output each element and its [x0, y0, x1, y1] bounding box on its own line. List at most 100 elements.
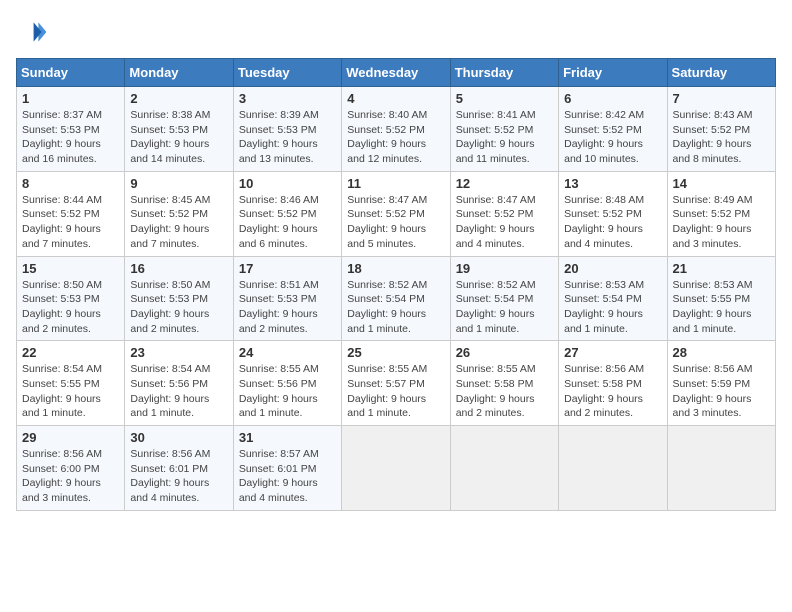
daylight-label: Daylight: 9 hours and 6 minutes. — [239, 223, 318, 250]
day-info: Sunrise: 8:44 AM Sunset: 5:52 PM Dayligh… — [22, 193, 119, 252]
day-number: 29 — [22, 430, 119, 445]
daylight-label: Daylight: 9 hours and 3 minutes. — [22, 477, 101, 504]
daylight-label: Daylight: 9 hours and 3 minutes. — [673, 393, 752, 420]
day-number: 1 — [22, 91, 119, 106]
sunset-label: Sunset: 5:52 PM — [456, 124, 534, 136]
calendar-cell: 2 Sunrise: 8:38 AM Sunset: 5:53 PM Dayli… — [125, 87, 233, 172]
calendar-cell: 28 Sunrise: 8:56 AM Sunset: 5:59 PM Dayl… — [667, 341, 775, 426]
weekday-header-friday: Friday — [559, 59, 667, 87]
sunset-label: Sunset: 5:56 PM — [130, 378, 208, 390]
daylight-label: Daylight: 9 hours and 3 minutes. — [673, 223, 752, 250]
sunrise-label: Sunrise: 8:42 AM — [564, 109, 644, 121]
calendar-cell: 25 Sunrise: 8:55 AM Sunset: 5:57 PM Dayl… — [342, 341, 450, 426]
daylight-label: Daylight: 9 hours and 4 minutes. — [564, 223, 643, 250]
day-info: Sunrise: 8:48 AM Sunset: 5:52 PM Dayligh… — [564, 193, 661, 252]
daylight-label: Daylight: 9 hours and 16 minutes. — [22, 138, 101, 165]
daylight-label: Daylight: 9 hours and 4 minutes. — [456, 223, 535, 250]
day-info: Sunrise: 8:56 AM Sunset: 6:01 PM Dayligh… — [130, 447, 227, 506]
day-info: Sunrise: 8:56 AM Sunset: 5:59 PM Dayligh… — [673, 362, 770, 421]
day-info: Sunrise: 8:55 AM Sunset: 5:57 PM Dayligh… — [347, 362, 444, 421]
day-number: 7 — [673, 91, 770, 106]
day-info: Sunrise: 8:40 AM Sunset: 5:52 PM Dayligh… — [347, 108, 444, 167]
sunrise-label: Sunrise: 8:43 AM — [673, 109, 753, 121]
calendar-cell: 26 Sunrise: 8:55 AM Sunset: 5:58 PM Dayl… — [450, 341, 558, 426]
weekday-header-monday: Monday — [125, 59, 233, 87]
day-info: Sunrise: 8:55 AM Sunset: 5:58 PM Dayligh… — [456, 362, 553, 421]
day-number: 31 — [239, 430, 336, 445]
daylight-label: Daylight: 9 hours and 8 minutes. — [673, 138, 752, 165]
day-number: 15 — [22, 261, 119, 276]
sunset-label: Sunset: 5:53 PM — [239, 124, 317, 136]
calendar-cell — [450, 426, 558, 511]
daylight-label: Daylight: 9 hours and 4 minutes. — [239, 477, 318, 504]
calendar-cell: 23 Sunrise: 8:54 AM Sunset: 5:56 PM Dayl… — [125, 341, 233, 426]
daylight-label: Daylight: 9 hours and 1 minute. — [239, 393, 318, 420]
day-info: Sunrise: 8:49 AM Sunset: 5:52 PM Dayligh… — [673, 193, 770, 252]
daylight-label: Daylight: 9 hours and 11 minutes. — [456, 138, 535, 165]
calendar-week-4: 22 Sunrise: 8:54 AM Sunset: 5:55 PM Dayl… — [17, 341, 776, 426]
sunrise-label: Sunrise: 8:53 AM — [673, 279, 753, 291]
day-info: Sunrise: 8:55 AM Sunset: 5:56 PM Dayligh… — [239, 362, 336, 421]
calendar-table: SundayMondayTuesdayWednesdayThursdayFrid… — [16, 58, 776, 511]
calendar-cell: 9 Sunrise: 8:45 AM Sunset: 5:52 PM Dayli… — [125, 171, 233, 256]
day-number: 9 — [130, 176, 227, 191]
sunset-label: Sunset: 5:52 PM — [456, 208, 534, 220]
sunrise-label: Sunrise: 8:47 AM — [347, 194, 427, 206]
daylight-label: Daylight: 9 hours and 14 minutes. — [130, 138, 209, 165]
sunrise-label: Sunrise: 8:48 AM — [564, 194, 644, 206]
sunrise-label: Sunrise: 8:38 AM — [130, 109, 210, 121]
sunrise-label: Sunrise: 8:50 AM — [130, 279, 210, 291]
logo-icon — [16, 16, 48, 48]
sunset-label: Sunset: 5:53 PM — [22, 293, 100, 305]
daylight-label: Daylight: 9 hours and 1 minute. — [673, 308, 752, 335]
calendar-cell — [342, 426, 450, 511]
daylight-label: Daylight: 9 hours and 2 minutes. — [456, 393, 535, 420]
calendar-cell — [667, 426, 775, 511]
day-info: Sunrise: 8:41 AM Sunset: 5:52 PM Dayligh… — [456, 108, 553, 167]
day-number: 13 — [564, 176, 661, 191]
day-number: 18 — [347, 261, 444, 276]
sunrise-label: Sunrise: 8:50 AM — [22, 279, 102, 291]
calendar-cell: 11 Sunrise: 8:47 AM Sunset: 5:52 PM Dayl… — [342, 171, 450, 256]
calendar-cell: 12 Sunrise: 8:47 AM Sunset: 5:52 PM Dayl… — [450, 171, 558, 256]
day-number: 24 — [239, 345, 336, 360]
sunrise-label: Sunrise: 8:41 AM — [456, 109, 536, 121]
calendar-cell: 29 Sunrise: 8:56 AM Sunset: 6:00 PM Dayl… — [17, 426, 125, 511]
calendar-cell: 21 Sunrise: 8:53 AM Sunset: 5:55 PM Dayl… — [667, 256, 775, 341]
day-info: Sunrise: 8:54 AM Sunset: 5:56 PM Dayligh… — [130, 362, 227, 421]
daylight-label: Daylight: 9 hours and 2 minutes. — [239, 308, 318, 335]
calendar-cell: 18 Sunrise: 8:52 AM Sunset: 5:54 PM Dayl… — [342, 256, 450, 341]
sunrise-label: Sunrise: 8:52 AM — [456, 279, 536, 291]
calendar-body: 1 Sunrise: 8:37 AM Sunset: 5:53 PM Dayli… — [17, 87, 776, 511]
day-number: 12 — [456, 176, 553, 191]
page-header — [16, 16, 776, 48]
day-number: 5 — [456, 91, 553, 106]
daylight-label: Daylight: 9 hours and 10 minutes. — [564, 138, 643, 165]
daylight-label: Daylight: 9 hours and 7 minutes. — [130, 223, 209, 250]
day-info: Sunrise: 8:42 AM Sunset: 5:52 PM Dayligh… — [564, 108, 661, 167]
sunset-label: Sunset: 5:54 PM — [347, 293, 425, 305]
day-number: 28 — [673, 345, 770, 360]
sunrise-label: Sunrise: 8:55 AM — [456, 363, 536, 375]
sunset-label: Sunset: 5:55 PM — [673, 293, 751, 305]
day-number: 14 — [673, 176, 770, 191]
calendar-cell: 16 Sunrise: 8:50 AM Sunset: 5:53 PM Dayl… — [125, 256, 233, 341]
calendar-cell: 5 Sunrise: 8:41 AM Sunset: 5:52 PM Dayli… — [450, 87, 558, 172]
calendar-cell: 24 Sunrise: 8:55 AM Sunset: 5:56 PM Dayl… — [233, 341, 341, 426]
sunset-label: Sunset: 5:52 PM — [673, 124, 751, 136]
sunrise-label: Sunrise: 8:45 AM — [130, 194, 210, 206]
daylight-label: Daylight: 9 hours and 1 minute. — [564, 308, 643, 335]
day-info: Sunrise: 8:51 AM Sunset: 5:53 PM Dayligh… — [239, 278, 336, 337]
calendar-cell: 31 Sunrise: 8:57 AM Sunset: 6:01 PM Dayl… — [233, 426, 341, 511]
sunset-label: Sunset: 5:56 PM — [239, 378, 317, 390]
day-number: 30 — [130, 430, 227, 445]
day-number: 23 — [130, 345, 227, 360]
calendar-cell: 15 Sunrise: 8:50 AM Sunset: 5:53 PM Dayl… — [17, 256, 125, 341]
daylight-label: Daylight: 9 hours and 5 minutes. — [347, 223, 426, 250]
day-number: 16 — [130, 261, 227, 276]
day-info: Sunrise: 8:47 AM Sunset: 5:52 PM Dayligh… — [347, 193, 444, 252]
sunset-label: Sunset: 5:52 PM — [347, 208, 425, 220]
calendar-cell: 3 Sunrise: 8:39 AM Sunset: 5:53 PM Dayli… — [233, 87, 341, 172]
day-info: Sunrise: 8:56 AM Sunset: 6:00 PM Dayligh… — [22, 447, 119, 506]
day-number: 20 — [564, 261, 661, 276]
